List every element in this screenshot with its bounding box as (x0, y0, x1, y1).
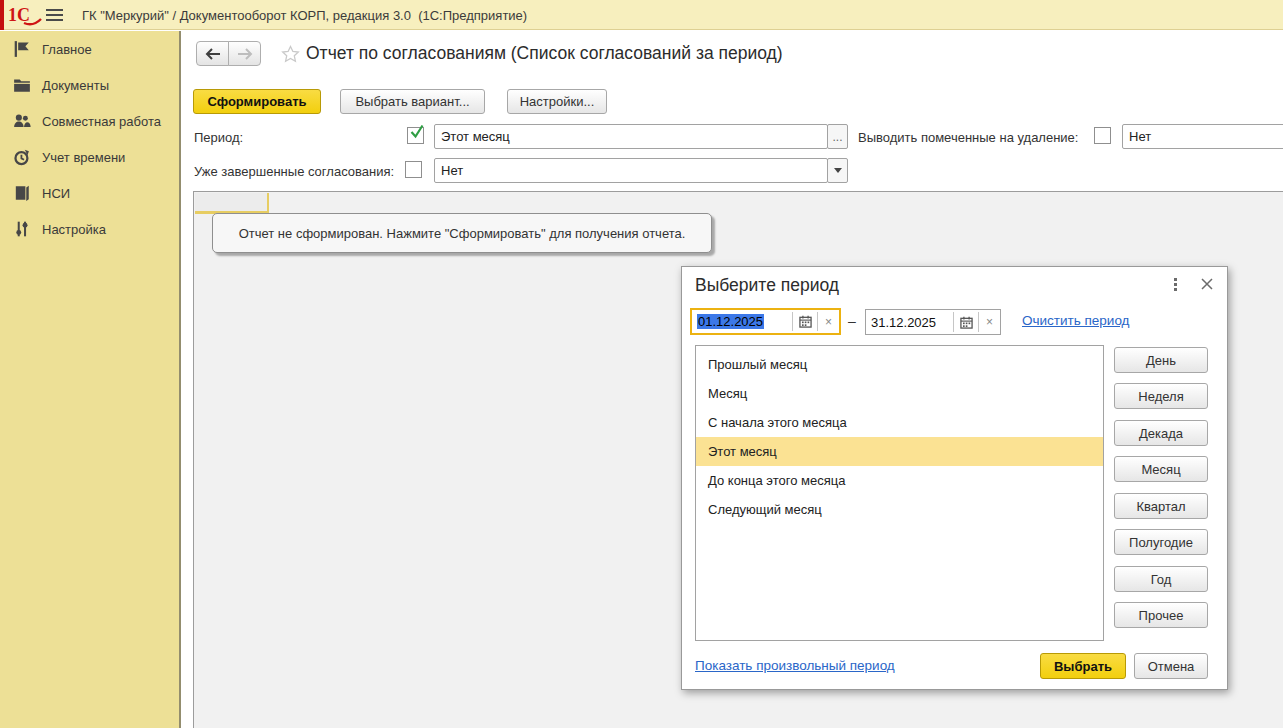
date-to-clear-button[interactable]: × (979, 310, 1000, 334)
deleted-input[interactable]: Нет (1122, 124, 1283, 149)
sidebar: Главное Документы Совместная работа Учет… (0, 31, 181, 728)
custom-period-link[interactable]: Показать произвольный период (695, 658, 895, 673)
period-option[interactable]: Следующий месяц (696, 495, 1103, 524)
period-decade-button[interactable]: Декада (1114, 420, 1208, 446)
sidebar-item-nsi[interactable]: НСИ (0, 175, 179, 211)
date-to-group: 31.12.2025 × (865, 309, 1001, 335)
period-option-selected[interactable]: Этот месяц (696, 437, 1103, 466)
report-corner-tab (195, 193, 269, 214)
date-from-input[interactable]: 01.12.2025 (692, 310, 792, 333)
dropdown-arrow-icon (834, 168, 842, 173)
period-option[interactable]: До конца этого месяца (696, 466, 1103, 495)
settings-button[interactable]: Настройки... (507, 89, 607, 114)
deleted-checkbox[interactable] (1094, 127, 1111, 144)
date-to-calendar-button[interactable] (954, 310, 978, 334)
sidebar-item-nastroika[interactable]: Настройка (0, 211, 179, 247)
report-hint-box: Отчет не сформирован. Нажмите "Сформиров… (212, 213, 712, 253)
dialog-close-icon[interactable] (1200, 277, 1214, 291)
completed-dropdown-button[interactable] (827, 158, 848, 183)
window-title-bar: 1С ГК "Меркурий" / Документооборот КОРП,… (0, 0, 1283, 30)
period-options-list: Прошлый месяц Месяц С начала этого месяц… (695, 345, 1104, 641)
period-input[interactable]: Этот месяц (434, 124, 828, 149)
sidebar-item-dokumenty[interactable]: Документы (0, 67, 179, 103)
completed-label: Уже завершенные согласования: (194, 164, 394, 179)
period-dialog: Выберите период 01.12.2025 × – 31.12.202… (681, 266, 1228, 690)
dialog-cancel-button[interactable]: Отмена (1134, 653, 1208, 679)
period-more-button[interactable]: ... (827, 124, 848, 149)
period-month-button[interactable]: Месяц (1114, 456, 1208, 482)
completed-checkbox[interactable] (405, 161, 422, 178)
date-to-input[interactable]: 31.12.2025 (866, 310, 953, 334)
period-day-button[interactable]: День (1114, 347, 1208, 373)
back-button[interactable] (196, 41, 229, 66)
dialog-select-button[interactable]: Выбрать (1040, 653, 1126, 679)
choose-variant-button[interactable]: Выбрать вариант... (340, 89, 485, 114)
period-week-button[interactable]: Неделя (1114, 383, 1208, 409)
main-menu-icon[interactable] (46, 9, 63, 22)
forward-button[interactable] (228, 41, 261, 66)
period-checkbox[interactable] (407, 127, 424, 144)
date-from-clear-button[interactable]: × (818, 310, 839, 333)
flag-icon (13, 40, 31, 58)
sliders-icon (13, 220, 31, 238)
dialog-menu-icon[interactable] (1174, 278, 1178, 293)
sidebar-item-sovmestnaya-rabota[interactable]: Совместная работа (0, 103, 179, 139)
book-icon (13, 184, 31, 202)
date-from-calendar-button[interactable] (793, 310, 817, 333)
window-title: ГК "Меркурий" / Документооборот КОРП, ре… (82, 8, 527, 23)
period-label: Период: (194, 130, 243, 145)
period-year-button[interactable]: Год (1114, 566, 1208, 592)
people-icon (13, 112, 31, 130)
date-from-group: 01.12.2025 × (690, 308, 841, 335)
completed-input[interactable]: Нет (434, 158, 828, 183)
favorite-star-icon[interactable] (281, 45, 300, 67)
period-option[interactable]: Прошлый месяц (696, 350, 1103, 379)
svg-text:1С: 1С (8, 5, 30, 25)
folder-icon (13, 76, 31, 94)
1c-logo-icon: 1С (8, 3, 44, 31)
period-option[interactable]: Месяц (696, 379, 1103, 408)
clear-period-link[interactable]: Очистить период (1022, 313, 1129, 328)
checkmark-icon (408, 122, 427, 142)
page-title: Отчет по согласованиям (Список согласова… (306, 43, 783, 64)
date-range-separator: – (844, 313, 860, 329)
clock-icon (13, 148, 31, 166)
deleted-label: Выводить помеченные на удаление: (858, 130, 1078, 145)
dialog-title: Выберите период (695, 275, 839, 296)
period-halfyear-button[interactable]: Полугодие (1114, 529, 1208, 555)
period-quarter-button[interactable]: Квартал (1114, 493, 1208, 519)
app-window: 1С ГК "Меркурий" / Документооборот КОРП,… (0, 0, 1283, 728)
generate-button[interactable]: Сформировать (193, 89, 321, 114)
period-option[interactable]: С начала этого месяца (696, 408, 1103, 437)
sidebar-item-uchet-vremeni[interactable]: Учет времени (0, 139, 179, 175)
sidebar-item-glavnoe[interactable]: Главное (0, 31, 179, 67)
period-other-button[interactable]: Прочее (1114, 602, 1208, 628)
brand-red-strip (0, 0, 4, 30)
